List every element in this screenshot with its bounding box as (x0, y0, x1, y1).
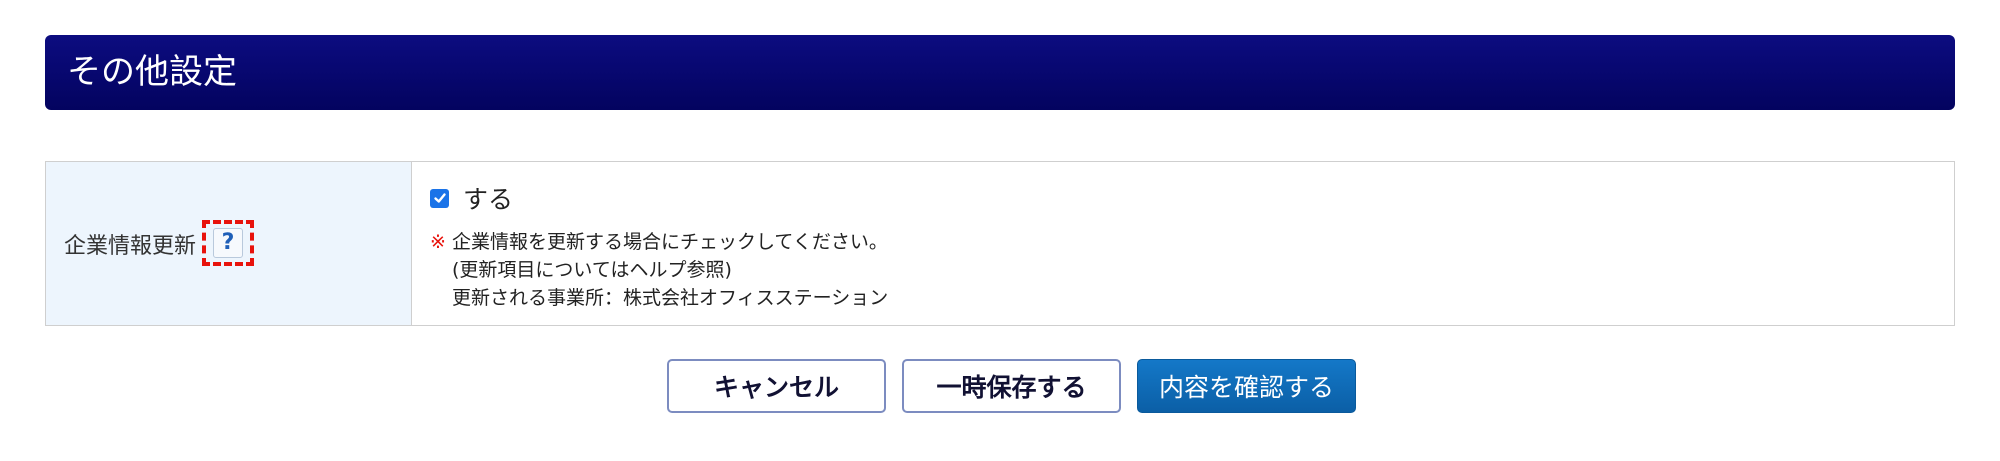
company-info-label-cell: 企業情報更新 ? (46, 162, 412, 325)
note-line-3: 更新される事業所：株式会社オフィスステーション (430, 284, 1954, 312)
update-company-info-checkbox[interactable] (430, 188, 449, 208)
notes: ※ 企業情報を更新する場合にチェックしてください。 (更新項目についてはヘルプ参… (430, 228, 1954, 312)
cancel-button[interactable]: キャンセル (667, 359, 886, 413)
question-mark-icon: ? (221, 230, 235, 255)
confirm-button[interactable]: 内容を確認する (1137, 359, 1356, 413)
checkbox-label[interactable]: する (463, 180, 513, 216)
note-text-2: (更新項目についてはヘルプ参照) (452, 259, 732, 281)
note-mark: ※ (430, 231, 446, 253)
help-highlight: ? (202, 219, 255, 266)
note-text-1: 企業情報を更新する場合にチェックしてください。 (452, 231, 888, 253)
note-line-2: (更新項目についてはヘルプ参照) (430, 256, 1954, 284)
settings-table: 企業情報更新 ? する ※ 企業情報を更新する場合にチェックしてください。 (更… (45, 161, 1955, 326)
checkmark-icon (433, 193, 446, 203)
note-line-1: ※ 企業情報を更新する場合にチェックしてください。 (430, 228, 1954, 256)
button-bar: キャンセル 一時保存する 内容を確認する (0, 359, 2000, 413)
company-info-value-cell: する ※ 企業情報を更新する場合にチェックしてください。 (更新項目についてはヘ… (412, 162, 1954, 325)
help-button[interactable]: ? (213, 227, 244, 258)
section-title: その他設定 (67, 52, 237, 92)
settings-page: その他設定 企業情報更新 ? する ※ 企業情報を更新する場合にチェックしてくだ… (0, 0, 2000, 461)
note-text-3: 更新される事業所：株式会社オフィスステーション (452, 287, 889, 309)
section-header: その他設定 (45, 35, 1955, 110)
company-info-label: 企業情報更新 (64, 233, 197, 259)
save-draft-button[interactable]: 一時保存する (902, 359, 1121, 413)
update-checkbox-row: する (430, 180, 1954, 216)
